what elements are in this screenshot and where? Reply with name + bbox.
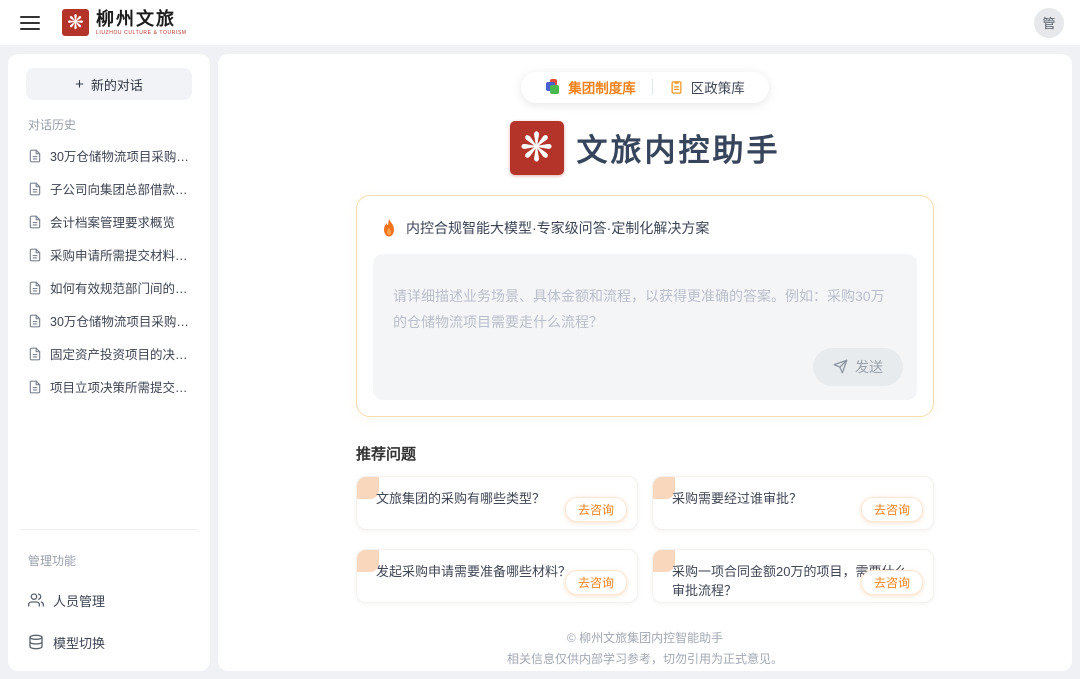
- ask-button[interactable]: 去咨询: [565, 497, 627, 522]
- question-textarea[interactable]: 请详细描述业务场景、具体金额和流程，以获得更准确的答案。例如：采购30万的仓储物…: [373, 254, 917, 400]
- suggestion-card[interactable]: 文旅集团的采购有哪些类型？ 去咨询: [356, 476, 638, 530]
- document-icon: [28, 248, 42, 262]
- brand-logo: ❋ 柳州文旅 LIUZHOU CULTURE & TOURISM: [62, 9, 187, 36]
- document-icon: [28, 281, 42, 295]
- plus-icon: +: [75, 76, 84, 93]
- chat-history-label: 如何有效规范部门间的协作...: [50, 278, 190, 297]
- sidebar-item-model-switch[interactable]: 模型切换: [18, 625, 200, 659]
- tab-district-policy-library[interactable]: 区政策库: [669, 77, 745, 97]
- app-title-row: ❋ 文旅内控助手: [510, 121, 781, 175]
- tagline-text: 内控合规智能大模型·专家级问答·定制化解决方案: [406, 218, 709, 238]
- chat-history-label: 固定资产投资项目的决策流...: [50, 344, 190, 363]
- tab-label: 集团制度库: [568, 77, 636, 97]
- chat-history-label: 子公司向集团总部借款流程...: [50, 179, 190, 198]
- divider: [652, 79, 653, 95]
- chat-history-item[interactable]: 采购申请所需提交材料清单: [18, 238, 200, 271]
- tab-label: 区政策库: [691, 77, 745, 97]
- chat-history-label: 会计档案管理要求概览: [50, 212, 175, 231]
- brand-name: 柳州文旅: [96, 10, 187, 28]
- chat-history-label: 项目立项决策所需提交材料...: [50, 377, 190, 396]
- seal-logo-icon: ❋: [510, 121, 564, 175]
- chat-history-list: 30万仓储物流项目采购流程... 子公司向集团总部借款流程...: [18, 139, 200, 403]
- send-button[interactable]: 发送: [813, 348, 903, 386]
- chat-history-item[interactable]: 会计档案管理要求概览: [18, 205, 200, 238]
- admin-title: 管理功能: [28, 552, 190, 569]
- new-chat-button[interactable]: + 新的对话: [26, 68, 192, 100]
- document-icon: [28, 314, 42, 328]
- document-icon: [28, 215, 42, 229]
- top-header: ❋ 柳州文旅 LIUZHOU CULTURE & TOURISM 管: [0, 0, 1080, 46]
- document-icon: [28, 149, 42, 163]
- chat-history-label: 30万仓储物流项目采购流程: [50, 311, 190, 330]
- suggestion-card-grid: 文旅集团的采购有哪些类型？ 去咨询 采购需要经过谁审批？ 去咨询 发起采购申请需…: [356, 476, 934, 603]
- tagline-row: 内控合规智能大模型·专家级问答·定制化解决方案: [381, 218, 917, 238]
- sidebar-item-user-management[interactable]: 人员管理: [18, 583, 200, 617]
- history-title: 对话历史: [28, 116, 190, 133]
- sidebar-item-label: 人员管理: [53, 591, 105, 610]
- textarea-placeholder: 请详细描述业务场景、具体金额和流程，以获得更准确的答案。例如：采购30万的仓储物…: [393, 284, 897, 336]
- brand-subtitle: LIUZHOU CULTURE & TOURISM: [96, 31, 187, 36]
- page-title: 文旅内控助手: [577, 125, 781, 170]
- chat-history-item[interactable]: 30万仓储物流项目采购流程: [18, 304, 200, 337]
- footer: © 柳州文旅集团内控智能助手 相关信息仅供内部学习参考，切勿引用为正式意见。: [356, 628, 934, 671]
- suggested-questions-section: 推荐问题 文旅集团的采购有哪些类型？ 去咨询 采购需要经过谁审批？ 去咨询: [356, 443, 934, 603]
- question-input-card: 内控合规智能大模型·专家级问答·定制化解决方案 请详细描述业务场景、具体金额和流…: [356, 195, 934, 417]
- suggestion-card[interactable]: 采购一项合同金额20万的项目，需要什么审批流程？ 去咨询: [652, 549, 934, 603]
- divider: [20, 529, 198, 530]
- suggestion-card[interactable]: 采购需要经过谁审批？ 去咨询: [652, 476, 934, 530]
- sidebar-item-label: 模型切换: [53, 633, 105, 652]
- ask-button[interactable]: 去咨询: [861, 570, 923, 595]
- chat-history-item[interactable]: 30万仓储物流项目采购流程...: [18, 139, 200, 172]
- flame-icon: [381, 219, 397, 237]
- seal-logo-icon: ❋: [62, 9, 89, 36]
- layered-cubes-icon: [545, 79, 561, 95]
- document-icon: [28, 380, 42, 394]
- ask-button[interactable]: 去咨询: [861, 497, 923, 522]
- paper-plane-icon: [833, 359, 848, 374]
- clipboard-icon: [669, 80, 684, 95]
- chat-history-label: 采购申请所需提交材料清单: [50, 245, 190, 264]
- knowledge-base-tabs: 集团制度库 区政策库: [521, 72, 769, 103]
- ask-button[interactable]: 去咨询: [565, 570, 627, 595]
- document-icon: [28, 347, 42, 361]
- chat-history-item[interactable]: 如何有效规范部门间的协作...: [18, 271, 200, 304]
- suggestion-card[interactable]: 发起采购申请需要准备哪些材料？ 去咨询: [356, 549, 638, 603]
- sidebar: + 新的对话 对话历史 30万仓储物流项目采购流程...: [8, 54, 210, 671]
- footer-disclaimer: 相关信息仅供内部学习参考，切勿引用为正式意见。: [356, 649, 934, 671]
- chat-history-item[interactable]: 子公司向集团总部借款流程...: [18, 172, 200, 205]
- document-icon: [28, 182, 42, 196]
- footer-copyright: © 柳州文旅集团内控智能助手: [356, 628, 934, 650]
- chat-history-item[interactable]: 固定资产投资项目的决策流...: [18, 337, 200, 370]
- user-avatar[interactable]: 管: [1034, 8, 1064, 38]
- send-label: 发送: [855, 357, 883, 377]
- menu-icon[interactable]: [20, 16, 40, 30]
- new-chat-label: 新的对话: [91, 75, 143, 94]
- chat-history-label: 30万仓储物流项目采购流程...: [50, 146, 190, 165]
- chat-history-item[interactable]: 项目立项决策所需提交材料...: [18, 370, 200, 403]
- database-icon: [28, 634, 44, 650]
- suggestions-title: 推荐问题: [356, 443, 934, 464]
- users-icon: [28, 592, 44, 608]
- main-panel: 集团制度库 区政策库 ❋ 文旅内控助手: [218, 54, 1072, 671]
- tab-group-policy-library[interactable]: 集团制度库: [545, 77, 636, 97]
